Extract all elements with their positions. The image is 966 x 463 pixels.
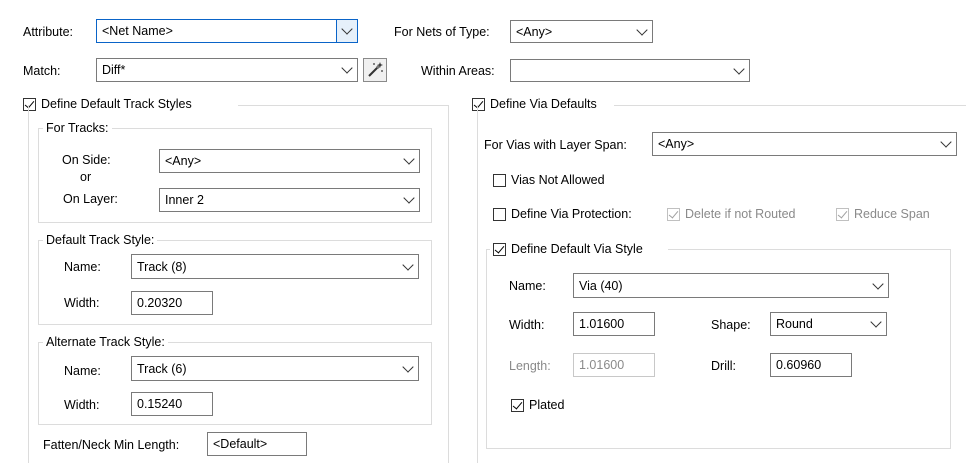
alternate-track-width-label: Width: (64, 398, 100, 412)
nets-type-value: <Any> (516, 24, 553, 39)
alternate-track-width-value: 0.15240 (137, 397, 183, 411)
within-areas-dropdown[interactable] (510, 59, 750, 82)
via-drill-label: Drill: (711, 359, 736, 373)
via-width-value: 1.01600 (579, 317, 625, 331)
layer-span-value: <Any> (658, 137, 695, 151)
or-label: or (80, 170, 92, 184)
default-track-width-input[interactable]: 0.20320 (131, 291, 213, 315)
vias-not-allowed-checkbox[interactable] (493, 174, 506, 187)
via-length-input[interactable]: 1.01600 (573, 353, 655, 377)
within-areas-label: Within Areas: (421, 64, 495, 78)
fatten-neck-input[interactable]: <Default> (207, 432, 307, 456)
reduce-span-checkbox[interactable] (836, 208, 849, 221)
via-drill-input[interactable]: 0.60960 (770, 353, 852, 377)
match-dropdown[interactable]: Diff* (96, 58, 358, 82)
on-layer-value: Inner 2 (165, 193, 204, 207)
chevron-down-icon (636, 23, 648, 36)
layer-span-dropdown[interactable]: <Any> (652, 132, 957, 156)
delete-if-not-routed-label[interactable]: Delete if not Routed (685, 206, 796, 222)
nets-type-dropdown[interactable]: <Any> (510, 20, 653, 43)
via-protection-label[interactable]: Define Via Protection: (511, 206, 632, 222)
fatten-neck-label: Fatten/Neck Min Length: (43, 438, 180, 452)
attribute-dropdown[interactable]: <Net Name> (96, 19, 358, 43)
via-drill-value: 0.60960 (776, 358, 822, 372)
via-section-frame (477, 105, 478, 463)
chevron-down-icon (403, 153, 415, 165)
nets-type-label: For Nets of Type: (394, 25, 490, 39)
chevron-down-icon (870, 316, 882, 328)
match-value: Diff* (102, 63, 126, 77)
reduce-span-label[interactable]: Reduce Span (854, 206, 930, 222)
alternate-track-name-label: Name: (64, 364, 101, 378)
wand-button[interactable] (363, 58, 387, 82)
default-track-width-value: 0.20320 (137, 296, 183, 310)
attribute-dropdown-button[interactable] (336, 20, 357, 42)
chevron-down-icon (733, 62, 745, 75)
via-section-divider (614, 105, 966, 106)
via-width-input[interactable]: 1.01600 (573, 312, 655, 336)
default-track-name-dropdown[interactable]: Track (8) (131, 254, 419, 279)
via-width-label: Width: (509, 318, 545, 332)
plated-label[interactable]: Plated (529, 397, 564, 413)
chevron-down-icon (341, 62, 353, 74)
on-side-label: On Side: (62, 153, 111, 167)
on-layer-dropdown[interactable]: Inner 2 (159, 188, 420, 212)
delete-if-not-routed-checkbox[interactable] (667, 208, 680, 221)
alternate-track-name-value: Track (6) (137, 361, 187, 376)
magic-wand-icon (368, 62, 383, 77)
chevron-down-icon (403, 192, 415, 204)
via-protection-checkbox[interactable] (493, 208, 506, 221)
match-label: Match: (23, 64, 61, 78)
layer-span-label: For Vias with Layer Span: (484, 138, 627, 152)
via-name-label: Name: (509, 279, 546, 293)
attribute-label: Attribute: (23, 25, 74, 39)
define-via-style-checkbox[interactable] (493, 243, 506, 256)
default-track-name-label: Name: (64, 260, 101, 274)
vias-not-allowed-label[interactable]: Vias Not Allowed (511, 172, 605, 188)
on-side-value: <Any> (165, 154, 202, 168)
define-via-style-label[interactable]: Define Default Via Style (511, 241, 643, 257)
via-length-label: Length: (509, 359, 551, 373)
on-side-dropdown[interactable]: <Any> (159, 149, 420, 173)
default-track-style-group (38, 240, 432, 325)
fatten-neck-value: <Default> (213, 437, 268, 451)
via-shape-dropdown[interactable]: Round (770, 312, 887, 336)
alternate-track-style-title: Alternate Track Style: (43, 334, 168, 350)
via-name-dropdown[interactable]: Via (40) (573, 273, 889, 298)
chevron-down-icon (872, 277, 884, 290)
define-via-defaults-checkbox[interactable] (472, 98, 485, 111)
via-shape-value: Round (776, 317, 813, 331)
default-track-style-title: Default Track Style: (43, 232, 158, 248)
on-layer-label: On Layer: (63, 192, 118, 206)
default-track-name-value: Track (8) (137, 259, 187, 274)
define-via-defaults-label[interactable]: Define Via Defaults (490, 96, 597, 112)
via-length-value: 1.01600 (579, 358, 625, 372)
via-shape-label: Shape: (711, 318, 751, 332)
attribute-value: <Net Name> (102, 24, 173, 38)
plated-checkbox[interactable] (511, 399, 524, 412)
chevron-down-icon (341, 23, 353, 35)
alternate-track-width-input[interactable]: 0.15240 (131, 392, 213, 416)
chevron-down-icon (402, 258, 414, 271)
chevron-down-icon (940, 136, 952, 148)
default-track-width-label: Width: (64, 296, 100, 310)
alternate-track-name-dropdown[interactable]: Track (6) (131, 356, 419, 381)
for-tracks-title: For Tracks: (43, 120, 112, 136)
chevron-down-icon (402, 360, 414, 373)
via-name-value: Via (40) (579, 278, 623, 293)
